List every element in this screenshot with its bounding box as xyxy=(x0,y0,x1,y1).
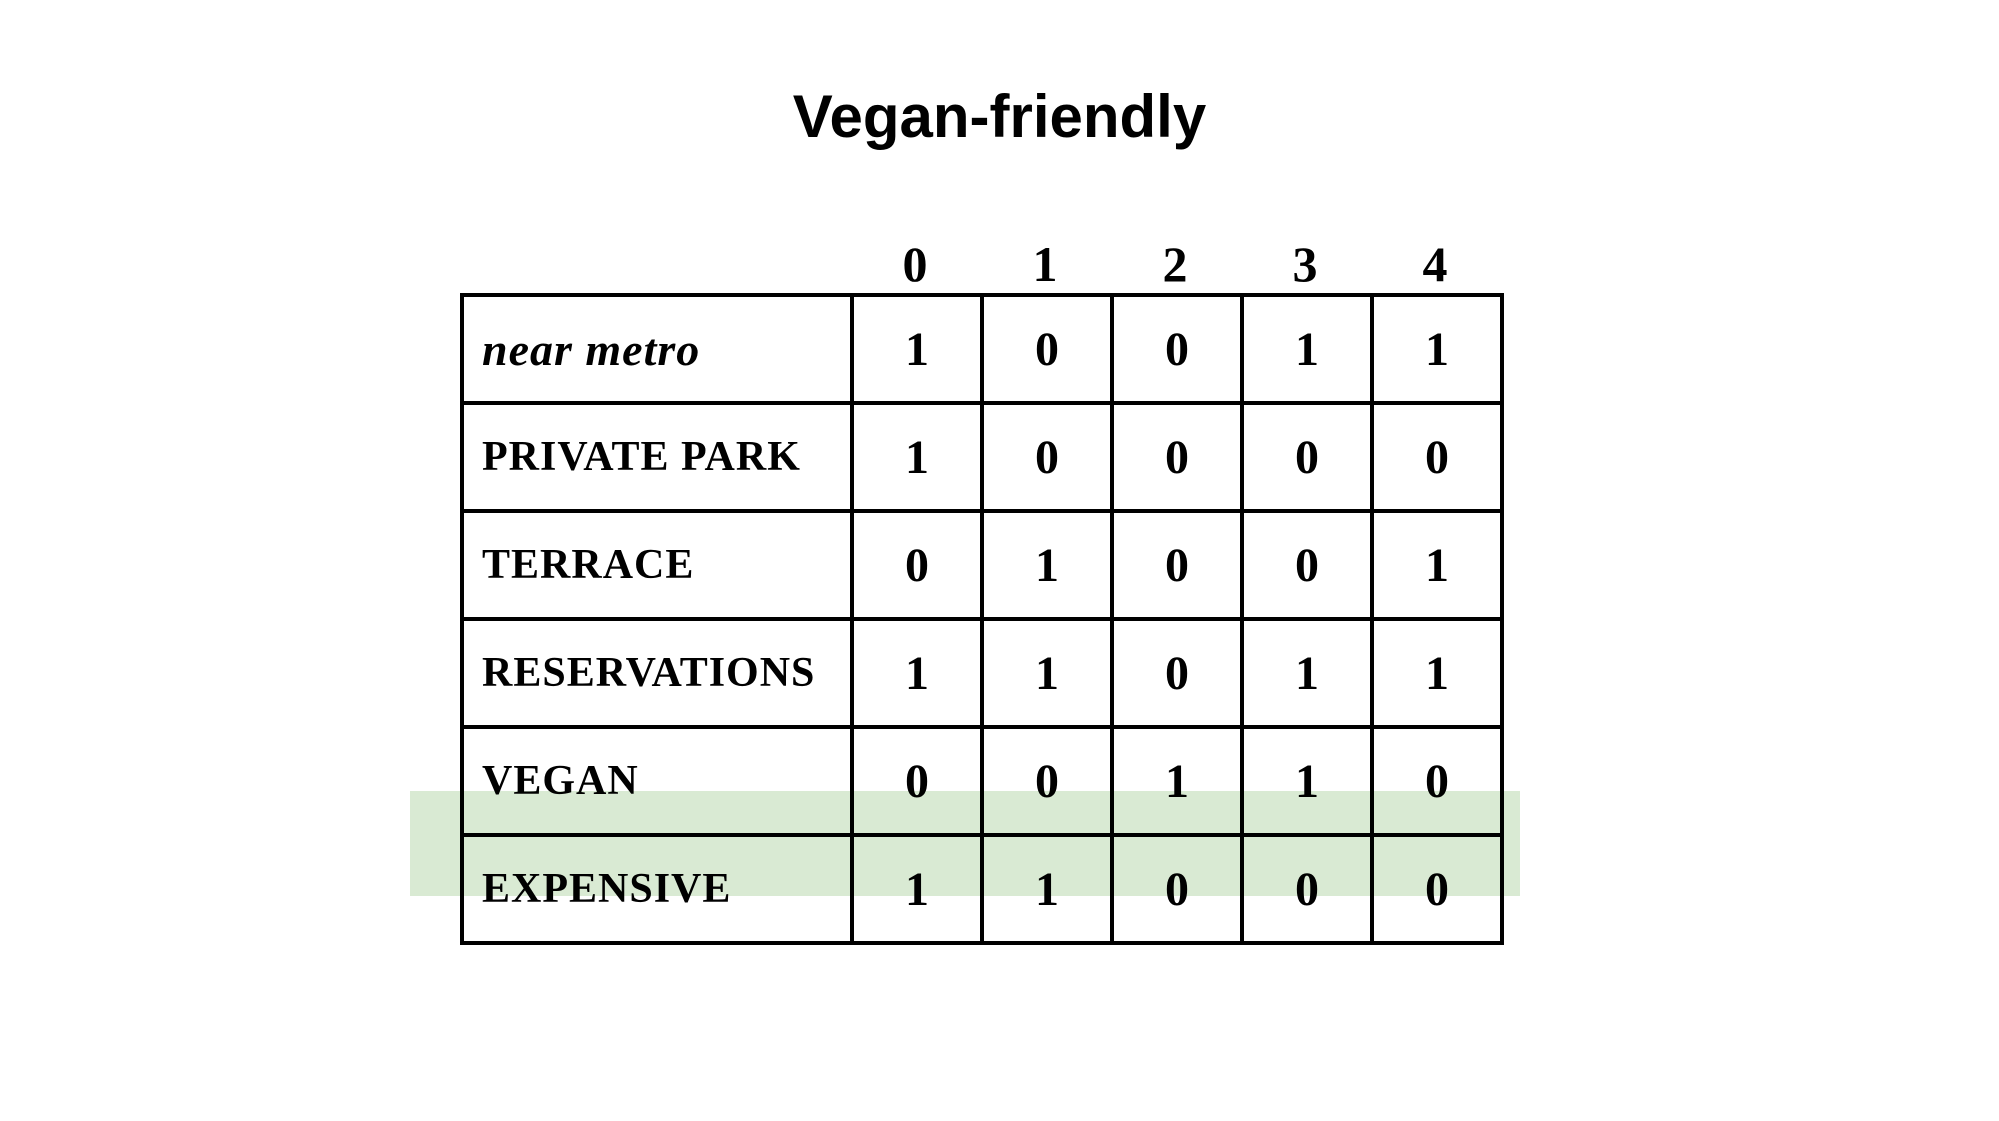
cell: 0 xyxy=(1112,295,1242,403)
table-row: RESERVATIONS 1 1 0 1 1 xyxy=(462,619,1502,727)
col-header-3: 3 xyxy=(1240,235,1370,293)
table-row: TERRACE 0 1 0 0 1 xyxy=(462,511,1502,619)
table-row: EXPENSIVE 1 1 0 0 0 xyxy=(462,835,1502,943)
cell: 0 xyxy=(1112,403,1242,511)
row-label-vegan: VEGAN xyxy=(462,727,852,835)
cell: 1 xyxy=(1242,295,1372,403)
cell: 1 xyxy=(1242,727,1372,835)
cell: 0 xyxy=(1242,835,1372,943)
cell: 1 xyxy=(1372,511,1502,619)
row-label-expensive: EXPENSIVE xyxy=(462,835,852,943)
cell: 0 xyxy=(852,511,982,619)
cell: 0 xyxy=(1112,619,1242,727)
table-row-highlighted: VEGAN 0 0 1 1 0 xyxy=(462,727,1502,835)
cell: 1 xyxy=(1112,727,1242,835)
col-header-4: 4 xyxy=(1370,235,1500,293)
cell: 0 xyxy=(1242,511,1372,619)
col-header-2: 2 xyxy=(1110,235,1240,293)
table-row: near metro 1 0 0 1 1 xyxy=(462,295,1502,403)
row-label-near-metro: near metro xyxy=(462,295,852,403)
data-table: near metro 1 0 0 1 1 PRIVATE PARK 1 0 0 … xyxy=(460,293,1504,945)
cell: 1 xyxy=(982,835,1112,943)
page-title: Vegan-friendly xyxy=(793,82,1206,151)
col-header-1: 1 xyxy=(980,235,1110,293)
cell: 0 xyxy=(1372,403,1502,511)
cell: 0 xyxy=(982,403,1112,511)
cell: 1 xyxy=(982,619,1112,727)
cell: 1 xyxy=(852,295,982,403)
cell: 1 xyxy=(1372,619,1502,727)
col-header-0: 0 xyxy=(850,235,980,293)
cell: 0 xyxy=(982,295,1112,403)
feature-table: 0 1 2 3 4 near metro 1 0 0 1 1 PRIVATE P… xyxy=(460,235,1510,945)
cell: 1 xyxy=(852,403,982,511)
cell: 1 xyxy=(852,619,982,727)
cell: 1 xyxy=(1242,619,1372,727)
cell: 1 xyxy=(1372,295,1502,403)
table-row: PRIVATE PARK 1 0 0 0 0 xyxy=(462,403,1502,511)
column-headers: 0 1 2 3 4 xyxy=(460,235,1510,293)
cell: 1 xyxy=(852,835,982,943)
cell: 1 xyxy=(982,511,1112,619)
row-label-private-park: PRIVATE PARK xyxy=(462,403,852,511)
cell: 0 xyxy=(982,727,1112,835)
row-label-reservations: RESERVATIONS xyxy=(462,619,852,727)
cell: 0 xyxy=(1372,835,1502,943)
cell: 0 xyxy=(1112,835,1242,943)
row-label-terrace: TERRACE xyxy=(462,511,852,619)
cell: 0 xyxy=(1112,511,1242,619)
cell: 0 xyxy=(1242,403,1372,511)
cell: 0 xyxy=(1372,727,1502,835)
cell: 0 xyxy=(852,727,982,835)
